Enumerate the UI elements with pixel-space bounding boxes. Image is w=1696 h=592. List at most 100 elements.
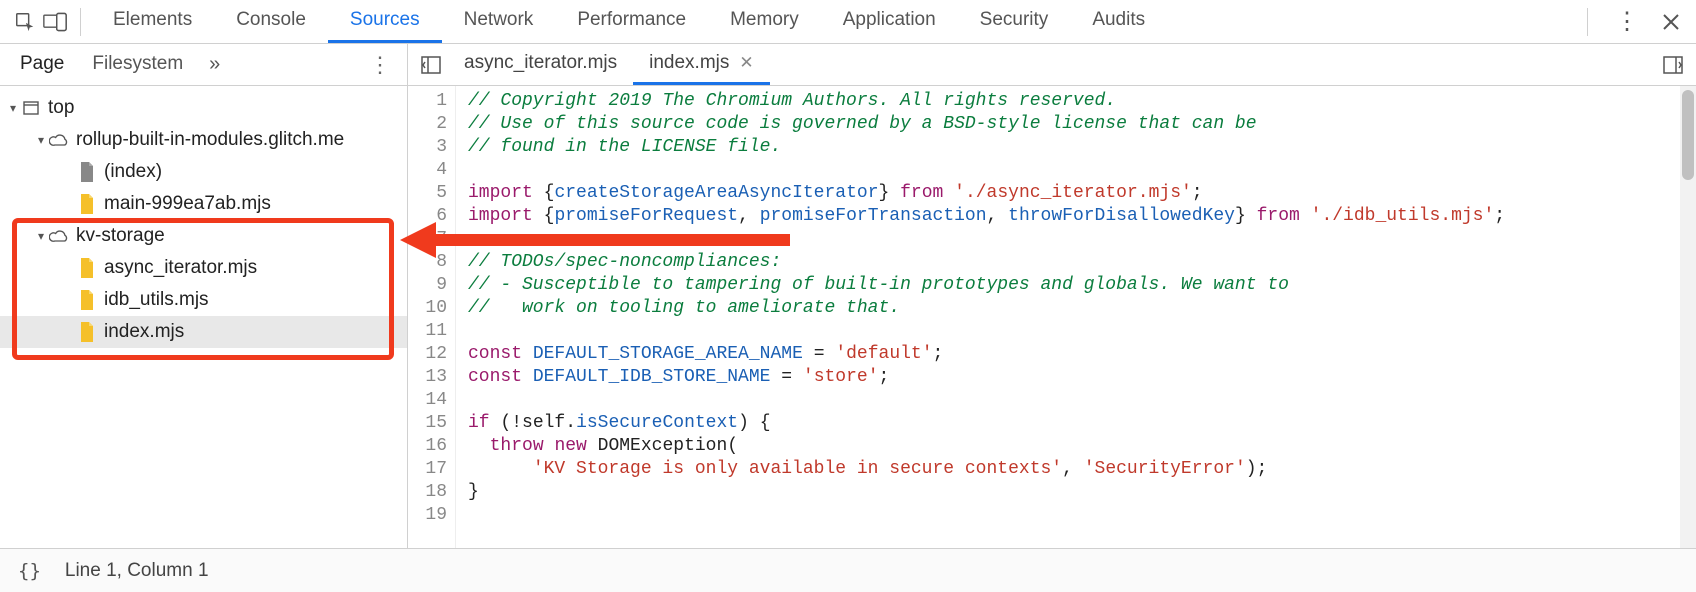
toolbar-separator xyxy=(80,8,81,36)
code-line: const DEFAULT_IDB_STORE_NAME = 'store'; xyxy=(468,366,1696,389)
line-number[interactable]: 1 xyxy=(408,90,447,113)
editor-tab-label: index.mjs xyxy=(649,52,729,74)
sidebar-tab-filesystem[interactable]: Filesystem xyxy=(78,44,197,85)
tree-item[interactable]: ▾top xyxy=(0,92,407,124)
code-content: // Copyright 2019 The Chromium Authors. … xyxy=(456,86,1696,548)
line-number[interactable]: 16 xyxy=(408,435,447,458)
close-devtools-icon[interactable] xyxy=(1656,7,1686,37)
editor-tab-label: async_iterator.mjs xyxy=(464,52,617,74)
code-line: import {createStorageAreaAsyncIterator} … xyxy=(468,182,1696,205)
tree-item-label: idb_utils.mjs xyxy=(104,289,209,311)
expand-arrow-icon[interactable]: ▾ xyxy=(34,229,48,243)
panel-tab-audits[interactable]: Audits xyxy=(1070,0,1167,43)
file-icon xyxy=(76,258,98,278)
code-line: if (!self.isSecureContext) { xyxy=(468,412,1696,435)
line-number[interactable]: 15 xyxy=(408,412,447,435)
code-line: // work on tooling to ameliorate that. xyxy=(468,297,1696,320)
line-number[interactable]: 18 xyxy=(408,481,447,504)
line-number[interactable]: 2 xyxy=(408,113,447,136)
line-number[interactable]: 5 xyxy=(408,182,447,205)
line-number[interactable]: 3 xyxy=(408,136,447,159)
panel-tab-application[interactable]: Application xyxy=(821,0,958,43)
panel-tab-sources[interactable]: Sources xyxy=(328,0,442,43)
line-number[interactable]: 11 xyxy=(408,320,447,343)
line-number[interactable]: 13 xyxy=(408,366,447,389)
tree-item[interactable]: async_iterator.mjs xyxy=(0,252,407,284)
inspect-icon[interactable] xyxy=(10,7,40,37)
tree-item-label: kv-storage xyxy=(76,225,165,247)
line-number[interactable]: 8 xyxy=(408,251,447,274)
file-icon xyxy=(76,194,98,214)
tree-item-label: (index) xyxy=(104,161,162,183)
code-line xyxy=(468,504,1696,527)
file-tree: ▾top▾rollup-built-in-modules.glitch.me(i… xyxy=(0,86,407,548)
code-line xyxy=(468,159,1696,182)
code-line: import {promiseForRequest, promiseForTra… xyxy=(468,205,1696,228)
code-line: // TODOs/spec-noncompliances: xyxy=(468,251,1696,274)
line-number[interactable]: 14 xyxy=(408,389,447,412)
tree-item-label: main-999ea7ab.mjs xyxy=(104,193,271,215)
code-line xyxy=(468,320,1696,343)
tree-item[interactable]: main-999ea7ab.mjs xyxy=(0,188,407,220)
cursor-position: Line 1, Column 1 xyxy=(65,560,209,582)
sidebar-kebab-icon[interactable]: ⋮ xyxy=(359,52,401,78)
editor-pane: async_iterator.mjsindex.mjs✕ 12345678910… xyxy=(408,44,1696,548)
panel-tab-security[interactable]: Security xyxy=(958,0,1071,43)
code-line: } xyxy=(468,481,1696,504)
tree-item-label: index.mjs xyxy=(104,321,184,343)
code-line: // Copyright 2019 The Chromium Authors. … xyxy=(468,90,1696,113)
line-number[interactable]: 7 xyxy=(408,228,447,251)
code-editor[interactable]: 12345678910111213141516171819 // Copyrig… xyxy=(408,86,1696,548)
tree-item[interactable]: index.mjs xyxy=(0,316,407,348)
cloud-icon xyxy=(48,229,70,243)
panel-tab-performance[interactable]: Performance xyxy=(555,0,708,43)
code-line: 'KV Storage is only available in secure … xyxy=(468,458,1696,481)
kebab-menu-icon[interactable]: ⋮ xyxy=(1612,7,1642,37)
tree-item-label: rollup-built-in-modules.glitch.me xyxy=(76,129,344,151)
expand-arrow-icon[interactable]: ▾ xyxy=(6,101,20,115)
code-line xyxy=(468,228,1696,251)
panel-tab-elements[interactable]: Elements xyxy=(91,0,214,43)
sidebar-tab-page[interactable]: Page xyxy=(6,44,78,85)
scrollbar-thumb[interactable] xyxy=(1682,90,1694,180)
expand-arrow-icon[interactable]: ▾ xyxy=(34,133,48,147)
toolbar-separator xyxy=(1587,8,1588,36)
tree-item[interactable]: (index) xyxy=(0,156,407,188)
pretty-print-icon[interactable]: {} xyxy=(18,560,41,582)
devtools-toolbar: ElementsConsoleSourcesNetworkPerformance… xyxy=(0,0,1696,44)
scrollbar-track[interactable] xyxy=(1680,86,1696,548)
sidebar-tabs: PageFilesystem » ⋮ xyxy=(0,44,407,86)
page-icon xyxy=(76,162,98,182)
editor-tab[interactable]: index.mjs ✕ xyxy=(633,44,770,85)
line-number[interactable]: 6 xyxy=(408,205,447,228)
editor-statusbar: {} Line 1, Column 1 xyxy=(0,548,1696,592)
line-number[interactable]: 17 xyxy=(408,458,447,481)
more-tabs-icon[interactable]: » xyxy=(209,53,220,76)
show-navigator-icon[interactable] xyxy=(414,44,448,85)
code-line: // Use of this source code is governed b… xyxy=(468,113,1696,136)
show-debugger-icon[interactable] xyxy=(1656,44,1690,85)
code-line xyxy=(468,389,1696,412)
close-tab-icon[interactable]: ✕ xyxy=(739,53,753,73)
line-number[interactable]: 19 xyxy=(408,504,447,527)
window-icon xyxy=(20,101,42,115)
file-icon xyxy=(76,290,98,310)
navigator-sidebar: PageFilesystem » ⋮ ▾top▾rollup-built-in-… xyxy=(0,44,408,548)
editor-tab[interactable]: async_iterator.mjs xyxy=(448,44,633,85)
tree-item-label: async_iterator.mjs xyxy=(104,257,257,279)
line-number[interactable]: 4 xyxy=(408,159,447,182)
code-line: const DEFAULT_STORAGE_AREA_NAME = 'defau… xyxy=(468,343,1696,366)
line-number[interactable]: 9 xyxy=(408,274,447,297)
line-number[interactable]: 10 xyxy=(408,297,447,320)
tree-item[interactable]: idb_utils.mjs xyxy=(0,284,407,316)
code-line: // - Susceptible to tampering of built-i… xyxy=(468,274,1696,297)
line-number[interactable]: 12 xyxy=(408,343,447,366)
tree-item[interactable]: ▾ rollup-built-in-modules.glitch.me xyxy=(0,124,407,156)
code-line: // found in the LICENSE file. xyxy=(468,136,1696,159)
panel-tab-network[interactable]: Network xyxy=(442,0,556,43)
panel-tab-console[interactable]: Console xyxy=(214,0,328,43)
file-icon xyxy=(76,322,98,342)
panel-tab-memory[interactable]: Memory xyxy=(708,0,821,43)
tree-item[interactable]: ▾ kv-storage xyxy=(0,220,407,252)
device-toggle-icon[interactable] xyxy=(40,7,70,37)
